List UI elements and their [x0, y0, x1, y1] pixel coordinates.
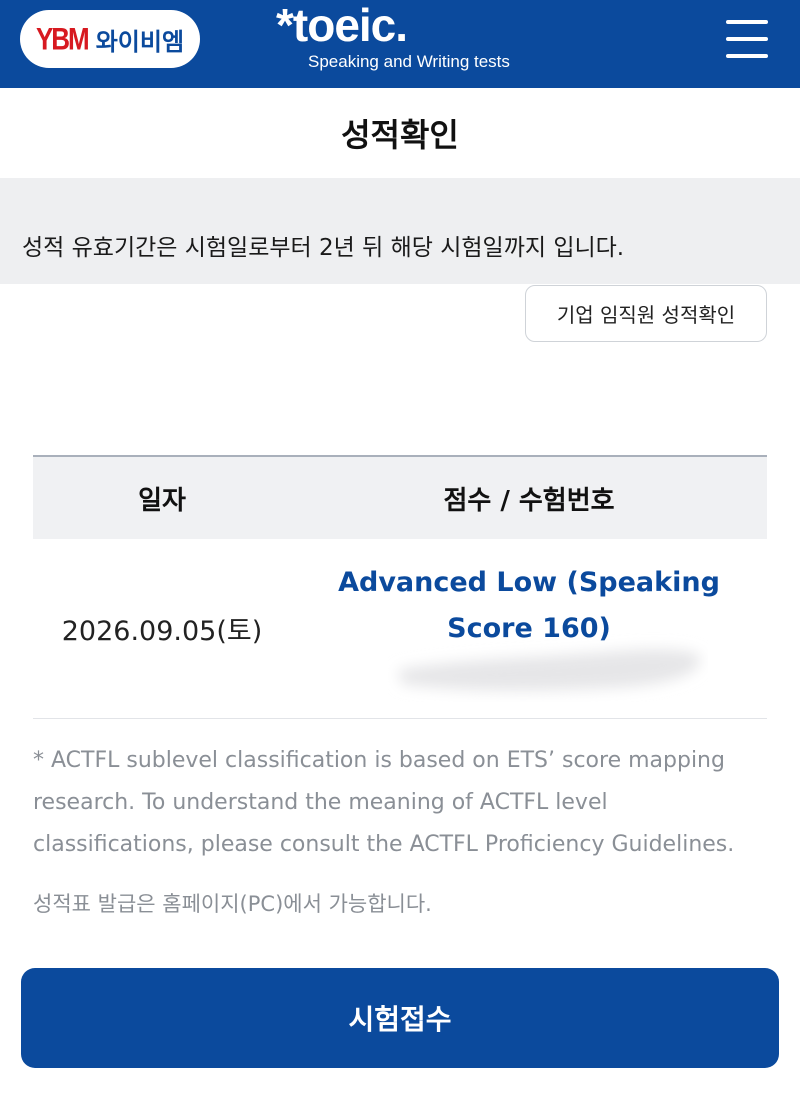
- validity-notice: 성적 유효기간은 시험일로부터 2년 뒤 해당 시험일까지 입니다.: [0, 178, 800, 284]
- app-header: YBM 와이비엠 *toeic. Speaking and Writing te…: [0, 0, 800, 88]
- column-header-score: 점수 / 수험번호: [443, 485, 615, 516]
- ybm-logo-mark: YBM: [35, 20, 90, 57]
- toeic-wordmark: *toeic.: [276, 0, 408, 51]
- ybm-logo-text: 와이비엠: [95, 27, 185, 56]
- exam-date: 2026.09.05(토): [61, 616, 263, 647]
- page-title: 성적확인: [341, 116, 459, 154]
- exam-apply-button[interactable]: 시험접수: [21, 968, 779, 1068]
- corporate-score-button[interactable]: 기업 임직원 성적확인: [525, 285, 767, 342]
- table-header: 일자 점수 / 수험번호: [33, 457, 767, 539]
- validity-notice-text: 성적 유효기간은 시험일로부터 2년 뒤 해당 시험일까지 입니다.: [22, 235, 625, 261]
- ybm-logo[interactable]: YBM 와이비엠: [20, 10, 200, 68]
- toeic-subtitle: Speaking and Writing tests: [308, 52, 510, 71]
- hamburger-menu-icon[interactable]: [724, 18, 772, 60]
- actfl-footnote: * ACTFL sublevel classification is based…: [33, 748, 735, 857]
- toeic-logo[interactable]: *toeic. Speaking and Writing tests: [276, 0, 536, 78]
- column-header-date: 일자: [138, 485, 186, 516]
- issue-note: 성적표 발급은 홈페이지(PC)에서 가능합니다.: [33, 892, 432, 916]
- redacted-exam-number: [398, 649, 701, 691]
